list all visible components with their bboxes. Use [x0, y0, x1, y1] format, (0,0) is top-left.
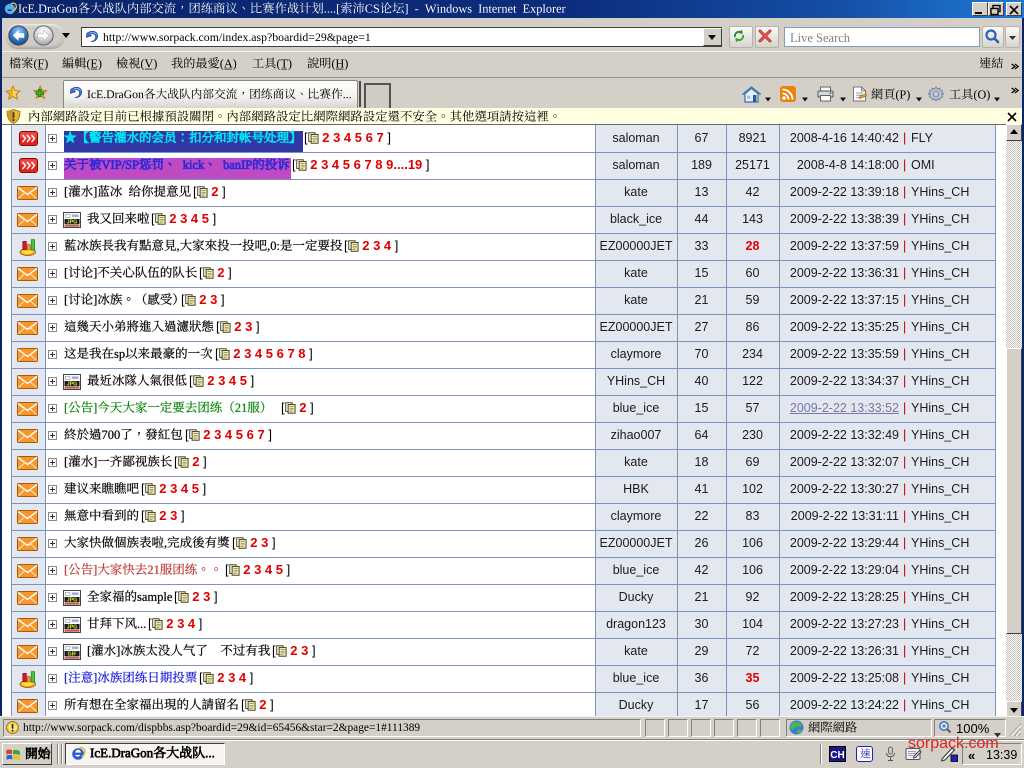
svg-text:JPG: JPG [67, 381, 78, 387]
svg-text:JPG: JPG [67, 219, 78, 225]
svg-text:JPG: JPG [67, 597, 78, 603]
svg-text:CH: CH [830, 750, 844, 761]
svg-text:GIF: GIF [68, 651, 78, 657]
svg-text:JPG: JPG [67, 624, 78, 630]
